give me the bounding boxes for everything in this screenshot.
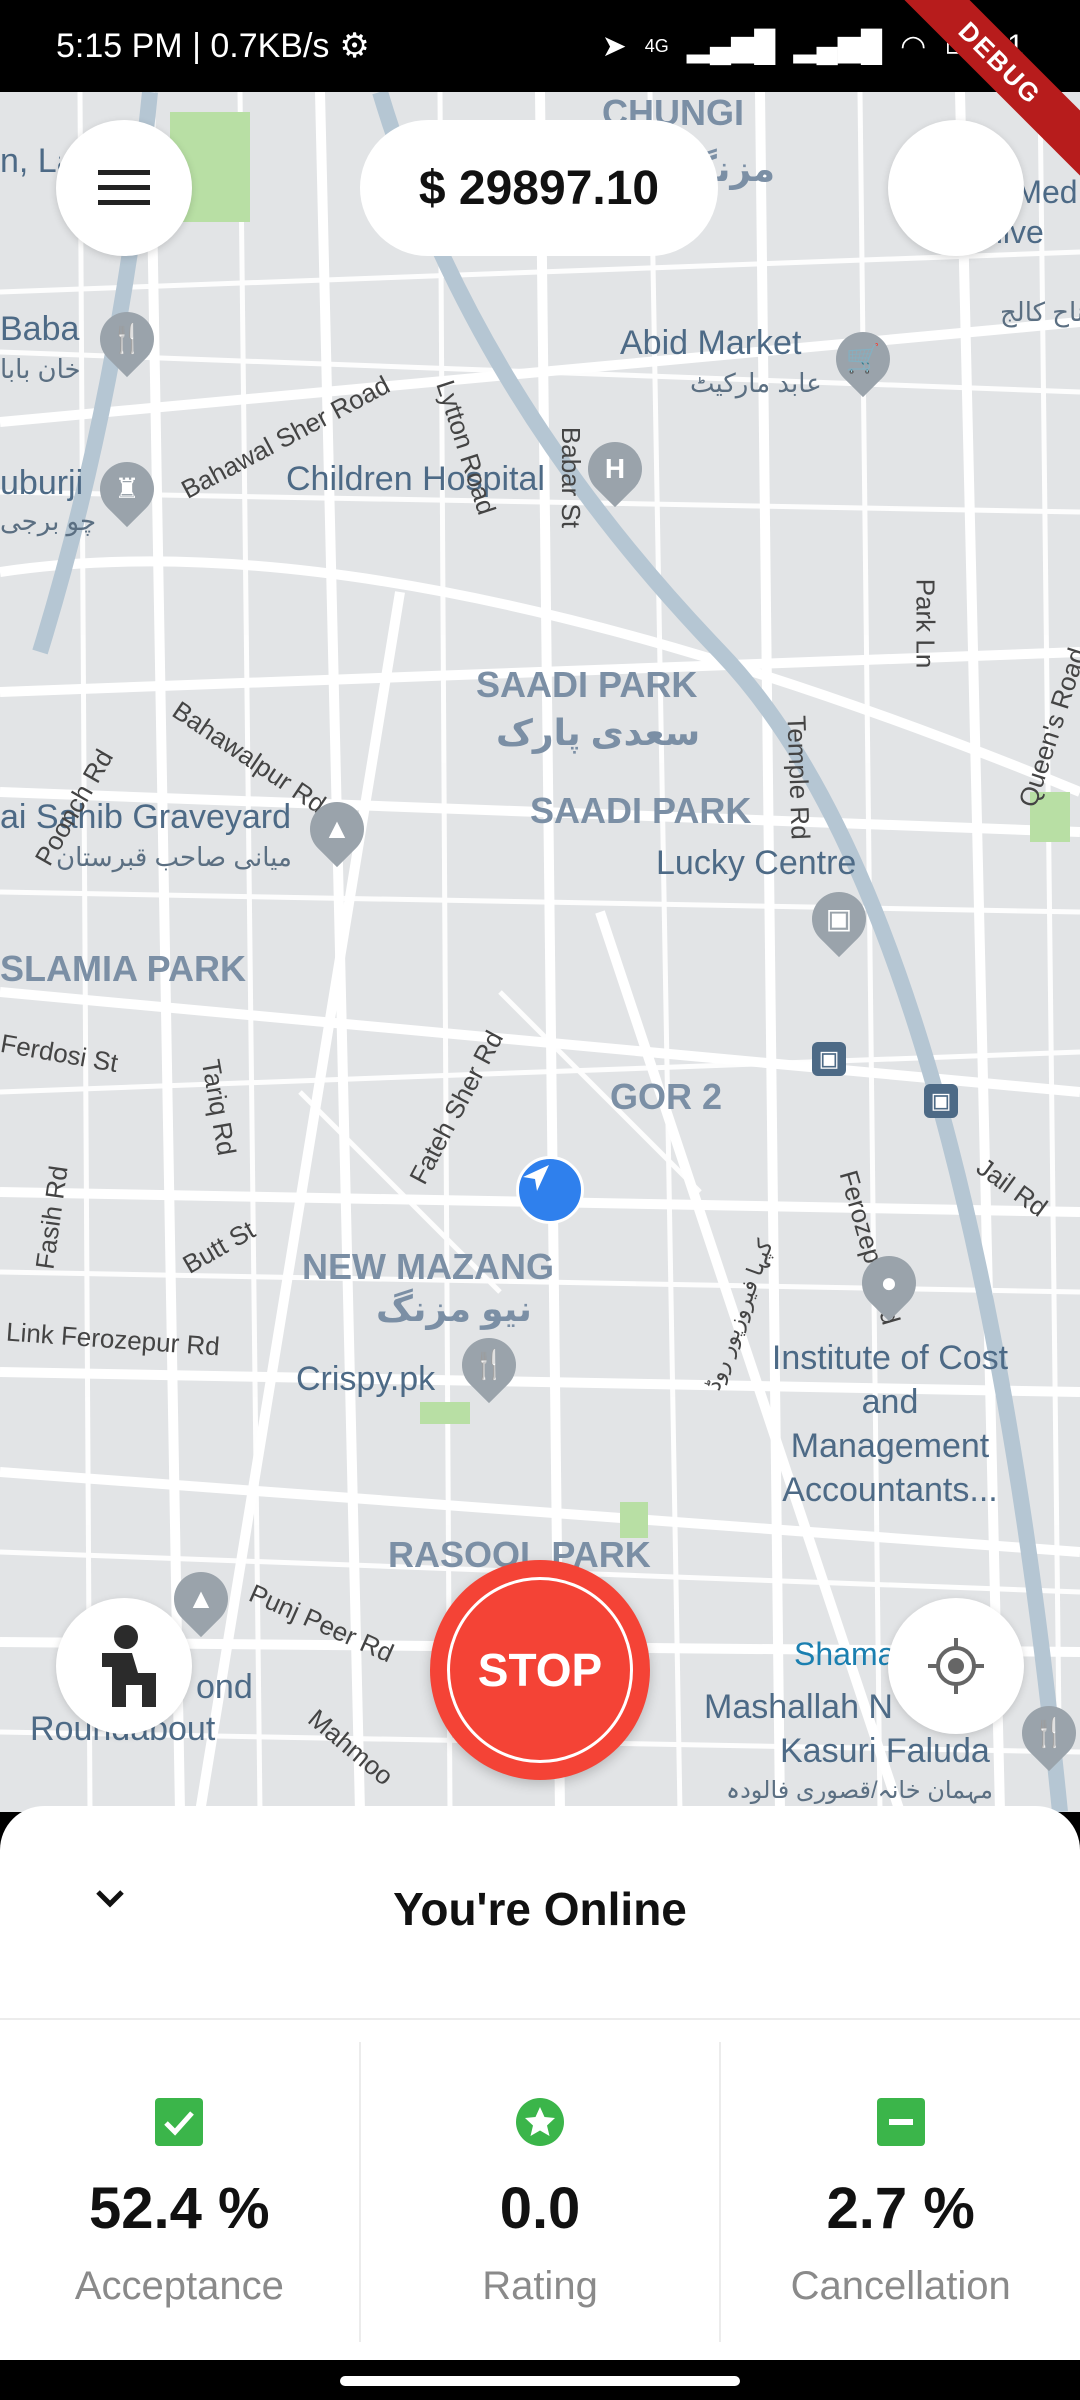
shopping-cart-pin-icon[interactable]: 🛒 (824, 320, 902, 398)
map-label-institute: Institute of Cost and Management Account… (771, 1339, 1009, 1509)
stat-rating: 0.0 Rating (358, 2042, 720, 2342)
driver-mode-button[interactable] (56, 1598, 192, 1734)
road-label-babar: Babar St (556, 426, 587, 529)
landmark-pin-icon[interactable]: ♜ (88, 450, 166, 528)
map-label-gor2: GOR 2 (610, 1076, 723, 1117)
hamburger-menu-icon (98, 170, 150, 205)
recenter-location-button[interactable] (888, 1598, 1024, 1734)
menu-button[interactable] (56, 120, 192, 256)
location-pin-icon[interactable]: ● (850, 1244, 928, 1322)
settings-gear-icon: ⚙ (339, 27, 370, 65)
map-label-kasuri-ur: مہمان خانہ/قصوری فالودہ (726, 1777, 993, 1804)
stat-cancellation: 2.7 % Cancellation (719, 2042, 1080, 2342)
map-view[interactable]: CHUNGI مزنگ n, La Plane ma Med Unive جنا… (0, 92, 1080, 1812)
current-location-arrow-icon (516, 1156, 584, 1224)
restaurant-pin-icon[interactable]: 🍴 (88, 300, 166, 378)
stop-label: STOP (447, 1577, 633, 1763)
map-label-planet: n, La Plane (0, 142, 60, 180)
map-label-mashallah: Mashallah N (704, 1688, 893, 1726)
online-status-title: You're Online (393, 1883, 687, 1935)
map-label-baba: Baba (0, 310, 80, 348)
cancellation-value: 2.7 % (826, 2176, 975, 2241)
acceptance-label: Acceptance (74, 2264, 284, 2308)
balance-pill[interactable]: $ 29897.10 (360, 120, 718, 256)
star-icon (516, 2098, 564, 2146)
home-gesture-handle[interactable] (340, 2376, 740, 2386)
network-label: 4G (644, 35, 669, 56)
driver-person-icon (96, 1625, 156, 1707)
acceptance-value: 52.4 % (89, 2176, 270, 2241)
map-label-saadi-park-ur: سعدی پارک (496, 712, 701, 753)
wifi-icon: ◠ (900, 29, 927, 63)
map-label-uburji: uburji (0, 464, 84, 502)
map-label-uburji-ur: چو برجی (0, 506, 97, 536)
bus-stop-icon-2[interactable]: ▣ (924, 1084, 958, 1118)
map-label-new-mazang: NEW MAZANG (302, 1246, 554, 1287)
graveyard-pin-icon[interactable]: ▲ (298, 790, 376, 868)
stat-acceptance: 52.4 % Acceptance (0, 2042, 359, 2342)
map-label-new-mazang-ur: نیو مزنگ (376, 1288, 532, 1329)
restaurant-pin-icon-3[interactable]: 🍴 (1010, 1694, 1080, 1772)
map-label-graveyard-ur: میانی صاحب قبرستان (56, 842, 292, 872)
sheet-header: You're Online (0, 1806, 1080, 2020)
minus-box-icon (876, 2098, 925, 2146)
map-label-crispy: Crispy.pk (296, 1360, 436, 1398)
profile-avatar-button[interactable] (888, 120, 1024, 256)
signal-icon: ▂▄▆█ (686, 29, 776, 63)
restaurant-pin-icon-2[interactable]: 🍴 (450, 1326, 528, 1404)
location-arrow-icon: ➤ (601, 29, 627, 63)
status-time: 5:15 PM | 0.7KB/s (56, 26, 330, 65)
map-label-saadi-park: SAADI PARK (476, 664, 698, 705)
map-label-saadi-park-2: SAADI PARK (530, 790, 752, 831)
stats-row: 52.4 % Acceptance 0.0 Rating 2.7 % Cance… (0, 2042, 1080, 2342)
stop-button[interactable]: STOP (430, 1560, 650, 1780)
bus-stop-icon[interactable]: ▣ (812, 1042, 846, 1076)
cancellation-label: Cancellation (790, 2264, 1011, 2308)
map-label-islamia-park: SLAMIA PARK (0, 948, 246, 989)
crosshair-locate-icon (928, 1638, 984, 1694)
signal-icon-2: ▂▄▆█ (793, 29, 883, 63)
map-label-abid-market: Abid Market (620, 324, 802, 362)
road-label-park-ln: Park Ln (910, 578, 941, 669)
hospital-pin-icon[interactable]: H (576, 430, 654, 508)
navigation-arrow-icon (523, 1165, 549, 1191)
map-label-shama: Shama (794, 1636, 896, 1672)
checkbox-icon (155, 2098, 204, 2146)
shopping-bag-pin-icon[interactable]: ▣ (800, 880, 878, 958)
map-label-univ-ur: جناح کالج (1000, 297, 1080, 327)
map-label-children-hospital: Children Hospital (286, 460, 545, 498)
map-label-kasuri: Kasuri Faluda (780, 1732, 990, 1770)
online-status-sheet: You're Online 52.4 % Acceptance 0.0 Rati… (0, 1806, 1080, 2360)
map-label-lucky-centre: Lucky Centre (656, 844, 857, 882)
map-label-baba-ur: خان بابا (0, 354, 81, 384)
rating-value: 0.0 (499, 2176, 581, 2241)
rating-label: Rating (482, 2264, 598, 2308)
road-label-temple: Temple Rd (781, 714, 816, 841)
map-label-abid-market-ur: عابد مارکیٹ (690, 368, 822, 398)
map-label-ond: ond (196, 1668, 253, 1706)
